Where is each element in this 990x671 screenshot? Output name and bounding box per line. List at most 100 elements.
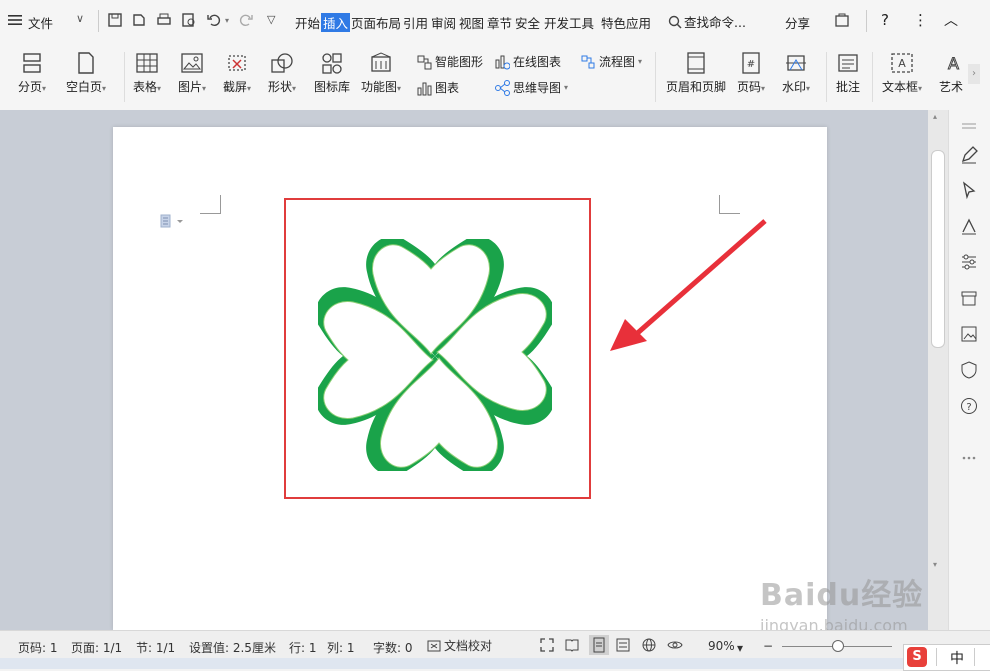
vertical-scrollbar[interactable]: ▴ ▾ [928, 110, 948, 630]
shape-button[interactable]: 形状▾ [268, 52, 296, 95]
status-row[interactable]: 行: 1 [289, 639, 317, 656]
outline-view-icon[interactable] [615, 637, 631, 656]
undo-icon[interactable] [206, 12, 222, 28]
shape-label: 形状 [268, 80, 293, 94]
help-circle-icon[interactable]: ? [959, 396, 979, 416]
tab-security[interactable]: 安全 [515, 13, 540, 32]
shield-icon[interactable] [959, 360, 979, 380]
undo-dropdown-icon[interactable]: ▾ [225, 16, 229, 25]
art-text-button[interactable]: A 艺术 [939, 52, 969, 95]
page-break-button[interactable]: 分页▾ [18, 52, 46, 95]
scroll-up-icon[interactable]: ▴ [933, 112, 937, 121]
icon-library-button[interactable]: 图标库 [314, 52, 350, 95]
page-view-icon[interactable] [589, 635, 609, 655]
share-button[interactable]: 分享 [785, 13, 810, 32]
sidebar-menu-icon[interactable] [959, 118, 979, 138]
header-footer-button[interactable]: 页眉和页脚 [666, 52, 726, 95]
paragraph-format-icon[interactable] [159, 213, 185, 229]
divider [98, 10, 99, 32]
page-break-icon [23, 53, 41, 73]
help-button[interactable]: ? [881, 11, 889, 29]
customize-quick-access-icon[interactable]: ▽ [267, 13, 275, 26]
function-chart-button[interactable]: 功能图▾ [361, 52, 401, 95]
search-command[interactable]: 查找命令... [668, 12, 746, 31]
status-page-code[interactable]: 页码: 1 [18, 639, 58, 656]
comment-icon [838, 54, 858, 72]
smart-shape-icon [417, 55, 432, 69]
ribbon-scroll-right[interactable]: › [968, 64, 980, 84]
style-icon[interactable] [959, 216, 979, 236]
header-footer-icon [687, 52, 705, 74]
menu-icon[interactable] [8, 14, 22, 26]
export-icon[interactable] [131, 12, 147, 28]
print-icon[interactable] [156, 12, 172, 28]
zoom-dropdown-icon[interactable]: ▾ [737, 641, 743, 655]
ime-toolbar[interactable]: S 中 [903, 644, 990, 671]
svg-text:A: A [898, 57, 906, 70]
textbox-button[interactable]: A 文本框▾ [882, 52, 922, 95]
redo-icon[interactable] [238, 12, 254, 28]
tab-special-apps[interactable]: 特色应用 [601, 13, 651, 32]
tab-view[interactable]: 视图 [459, 13, 484, 32]
eye-protection-icon[interactable] [667, 637, 683, 656]
comment-label: 批注 [836, 80, 861, 94]
screenshot-label: 截屏 [223, 80, 248, 94]
comment-button[interactable]: 批注 [836, 52, 860, 95]
tab-developer[interactable]: 开发工具 [544, 13, 594, 32]
web-view-icon[interactable] [641, 637, 657, 656]
archive-icon[interactable] [959, 288, 979, 308]
status-section[interactable]: 节: 1/1 [136, 639, 175, 656]
zoom-out-button[interactable]: − [763, 639, 773, 653]
collapse-ribbon-button[interactable]: ︿ [944, 10, 958, 30]
taskbar-strip [0, 658, 990, 669]
select-cursor-icon[interactable] [959, 180, 979, 200]
zoom-slider-handle[interactable] [832, 640, 844, 652]
online-chart-button[interactable]: 在线图表 [494, 53, 561, 70]
mind-map-button[interactable]: 思维导图 ▾ [494, 79, 568, 96]
tab-page-layout[interactable]: 页面布局 [351, 13, 401, 32]
proofread-button[interactable]: 文档校对 [427, 637, 492, 654]
pen-icon[interactable] [959, 145, 979, 165]
red-arrow-annotation [610, 219, 767, 351]
tab-review[interactable]: 审阅 [431, 13, 456, 32]
file-menu[interactable]: 文件 [28, 13, 53, 32]
tab-references[interactable]: 引用 [403, 13, 428, 32]
status-pages[interactable]: 页面: 1/1 [71, 639, 122, 656]
ime-language[interactable]: 中 [950, 648, 964, 668]
document-page[interactable] [113, 127, 827, 630]
chevron-down-icon[interactable]: ∨ [76, 12, 84, 25]
status-setting[interactable]: 设置值: 2.5厘米 [189, 639, 276, 656]
page-number-button[interactable]: # 页码▾ [737, 52, 765, 95]
tab-home[interactable]: 开始 [295, 13, 320, 32]
scroll-down-icon[interactable]: ▾ [933, 560, 937, 569]
read-mode-icon[interactable] [564, 637, 580, 656]
picture-button[interactable]: 图片▾ [178, 52, 206, 95]
smart-shape-button[interactable]: 智能图形 [416, 53, 483, 70]
blank-page-button[interactable]: 空白页▾ [66, 52, 106, 95]
table-button[interactable]: 表格▾ [133, 52, 161, 95]
divider [655, 52, 656, 102]
adjust-sliders-icon[interactable] [959, 252, 979, 272]
mind-map-label: 思维导图 [513, 81, 562, 95]
chart-button[interactable]: 图表 [416, 79, 459, 96]
more-options-button[interactable]: ⋮ [913, 11, 928, 29]
flowchart-button[interactable]: 流程图 ▾ [580, 53, 642, 70]
watermark-button[interactable]: 水印▾ [782, 52, 810, 95]
zoom-level[interactable]: 90% [708, 639, 735, 653]
search-icon [668, 15, 682, 29]
screenshot-button[interactable]: 截屏▾ [223, 52, 251, 95]
proofread-label: 文档校对 [444, 639, 493, 653]
tab-chapter[interactable]: 章节 [487, 13, 512, 32]
status-word-count[interactable]: 字数: 0 [373, 639, 413, 656]
art-text-icon: A [948, 54, 960, 74]
scroll-thumb[interactable] [931, 150, 945, 348]
save-icon[interactable] [107, 12, 123, 28]
image-icon[interactable] [959, 324, 979, 344]
tab-insert[interactable]: 插入 [321, 13, 351, 32]
more-icon[interactable] [959, 448, 979, 468]
status-column[interactable]: 列: 1 [327, 639, 355, 656]
fullscreen-icon[interactable] [539, 637, 555, 656]
collaborate-icon[interactable] [834, 12, 850, 28]
print-preview-icon[interactable] [181, 12, 197, 28]
four-leaf-clover-shape[interactable] [318, 239, 552, 471]
